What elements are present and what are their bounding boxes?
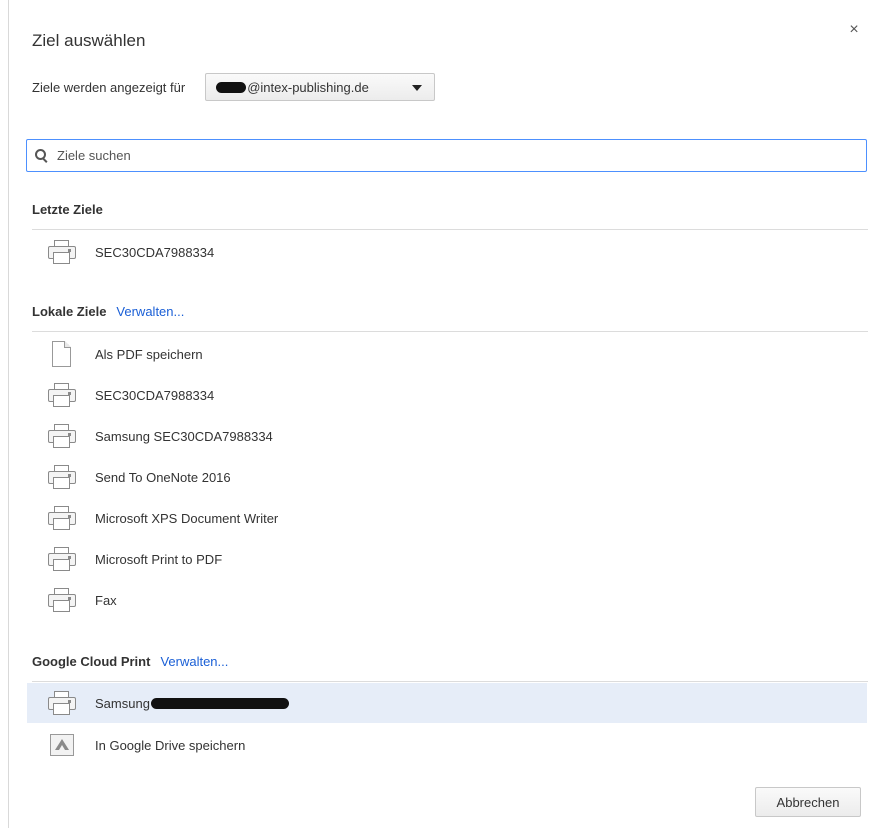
destination-label: Samsung — [95, 695, 150, 711]
destination-label: Microsoft Print to PDF — [95, 551, 223, 567]
destination-dialog: Ziel auswählen × Ziele werden angezeigt … — [0, 0, 877, 828]
redacted-username — [216, 81, 247, 93]
section-cloud-title: Google Cloud Print — [32, 653, 151, 669]
printer-icon — [47, 239, 77, 265]
destination-item[interactable]: SEC30CDA7988334 — [27, 375, 867, 415]
printer-icon — [47, 546, 77, 572]
printer-icon — [47, 423, 77, 449]
section-local-header: Lokale Ziele Verwalten... — [32, 300, 184, 322]
section-cloud-header: Google Cloud Print Verwalten... — [32, 650, 228, 672]
dialog-title: Ziel auswählen — [32, 31, 146, 50]
google-drive-icon — [47, 732, 77, 758]
destination-item[interactable]: In Google Drive speichern — [27, 725, 867, 765]
destination-label: Samsung SEC30CDA7988334 — [95, 428, 273, 444]
printer-icon — [47, 464, 77, 490]
section-recent-header: Letzte Ziele — [32, 198, 103, 220]
search-input[interactable] — [57, 148, 837, 163]
destination-label: In Google Drive speichern — [95, 737, 246, 753]
printer-icon — [47, 690, 77, 716]
destination-label: SEC30CDA7988334 — [95, 244, 215, 260]
section-recent-title: Letzte Ziele — [32, 201, 103, 217]
printer-icon — [47, 382, 77, 408]
redacted-printer-name — [150, 697, 289, 709]
dropdown-caret-icon — [412, 85, 423, 91]
close-icon[interactable]: × — [846, 22, 862, 38]
destination-item[interactable]: Microsoft Print to PDF — [27, 539, 867, 579]
account-row: Ziele werden angezeigt für @intex-publis… — [32, 72, 436, 102]
destination-label: Als PDF speichern — [95, 346, 203, 362]
destination-item[interactable]: Samsung SEC30CDA7988334 — [27, 416, 867, 456]
divider — [32, 331, 868, 332]
destination-item[interactable]: Fax — [27, 580, 867, 620]
pdf-document-icon — [47, 341, 77, 367]
account-value: @intex-publishing.de — [247, 79, 369, 95]
printer-icon — [47, 505, 77, 531]
destination-item[interactable]: Microsoft XPS Document Writer — [27, 498, 867, 538]
destination-label: Microsoft XPS Document Writer — [95, 510, 279, 526]
destination-item[interactable]: SEC30CDA7988334 — [27, 232, 867, 272]
destination-label: SEC30CDA7988334 — [95, 387, 215, 403]
destination-item[interactable]: Send To OneNote 2016 — [27, 457, 867, 497]
cancel-button[interactable]: Abbrechen — [755, 787, 861, 817]
account-select[interactable]: @intex-publishing.de — [205, 73, 436, 101]
account-label: Ziele werden angezeigt für — [32, 79, 186, 95]
divider — [32, 229, 868, 230]
manage-cloud-link[interactable]: Verwalten... — [160, 654, 228, 669]
divider — [32, 681, 868, 682]
destination-item[interactable]: Als PDF speichern — [27, 334, 867, 374]
destination-item-selected[interactable]: Samsung — [27, 683, 867, 723]
search-box[interactable] — [26, 139, 867, 172]
destination-label: Send To OneNote 2016 — [95, 469, 231, 485]
destination-label: Fax — [95, 592, 117, 608]
manage-local-link[interactable]: Verwalten... — [116, 304, 184, 319]
section-local-title: Lokale Ziele — [32, 303, 107, 319]
printer-icon — [47, 587, 77, 613]
search-icon — [35, 148, 49, 163]
